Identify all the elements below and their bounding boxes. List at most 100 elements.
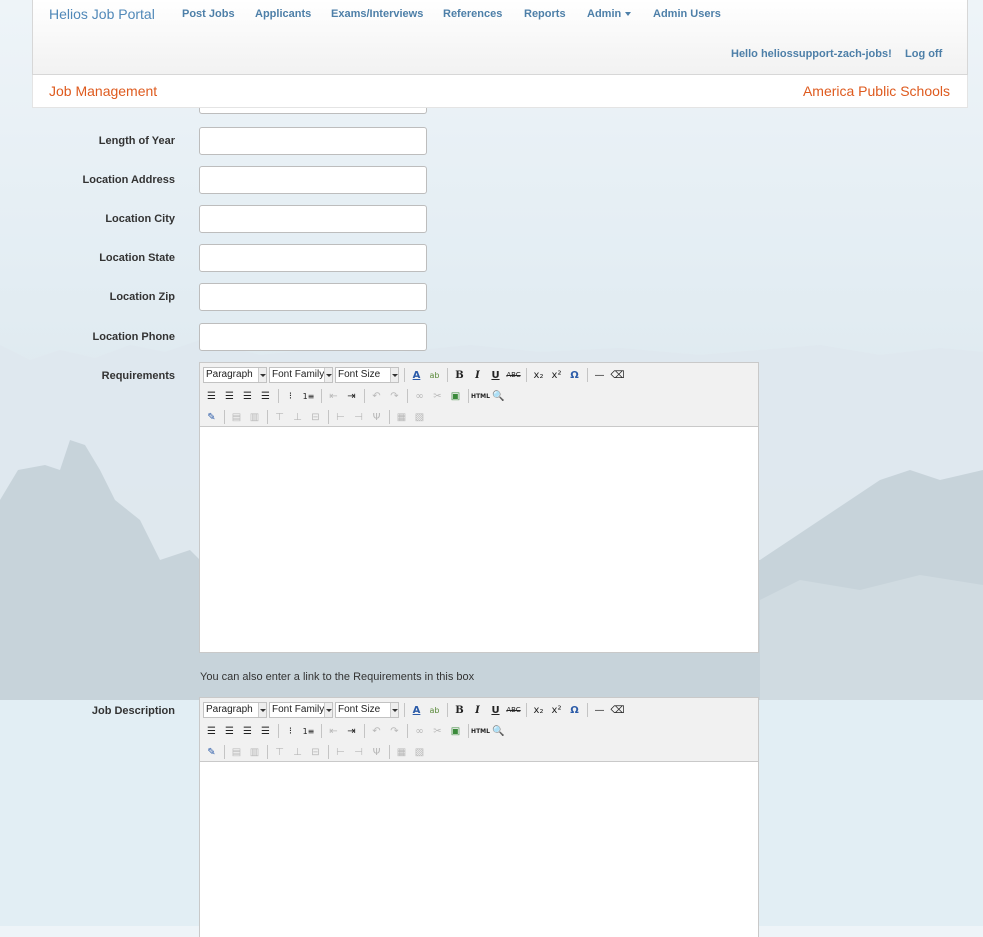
insert-row-after-icon[interactable]: ⊥	[289, 744, 306, 761]
delete-row-icon[interactable]: ⊟	[307, 744, 324, 761]
insert-row-before-icon[interactable]: ⊤	[271, 409, 288, 426]
horizontal-rule-icon[interactable]: —	[591, 367, 608, 384]
link-icon[interactable]: ∞	[411, 723, 428, 740]
location-zip-input[interactable]	[199, 283, 427, 311]
requirements-label: Requirements	[101, 370, 175, 382]
bold-icon[interactable]: B	[451, 702, 468, 719]
merge-cells-icon[interactable]: ▧	[411, 744, 428, 761]
nav-admin-dropdown[interactable]: Admin	[587, 8, 632, 20]
outdent-icon[interactable]: ⇤	[325, 388, 342, 405]
numbered-list-icon[interactable]: 1≡	[300, 388, 317, 405]
location-phone-input[interactable]	[199, 323, 427, 351]
link-icon[interactable]: ∞	[411, 388, 428, 405]
bullet-list-icon[interactable]: ⁝	[282, 723, 299, 740]
insert-row-after-icon[interactable]: ⊥	[289, 409, 306, 426]
strikethrough-icon[interactable]: ABC	[505, 367, 522, 384]
align-justify-icon[interactable]: ☰	[257, 388, 274, 405]
align-left-icon[interactable]: ☰	[203, 723, 220, 740]
undo-icon[interactable]: ↶	[368, 723, 385, 740]
nav-post-jobs[interactable]: Post Jobs	[182, 8, 235, 20]
eraser-icon[interactable]: ⌫	[609, 367, 626, 384]
numbered-list-icon[interactable]: 1≡	[300, 723, 317, 740]
insert-col-after-icon[interactable]: ⊣	[350, 409, 367, 426]
toolbar-separator	[526, 703, 527, 717]
horizontal-rule-icon[interactable]: —	[591, 702, 608, 719]
preview-icon[interactable]: 🔍	[490, 388, 507, 405]
underline-icon[interactable]: U	[487, 702, 504, 719]
table-icon[interactable]: ▤	[228, 409, 245, 426]
nav-exams-interviews[interactable]: Exams/Interviews	[331, 8, 423, 20]
eraser-icon[interactable]: ⌫	[609, 702, 626, 719]
unlink-icon[interactable]: ✂	[429, 723, 446, 740]
special-char-icon[interactable]: Ω	[566, 702, 583, 719]
insert-col-after-icon[interactable]: ⊣	[350, 744, 367, 761]
bold-icon[interactable]: B	[451, 367, 468, 384]
delete-col-icon[interactable]: Ψ	[368, 409, 385, 426]
subscript-icon[interactable]: x₂	[530, 367, 547, 384]
undo-icon[interactable]: ↶	[368, 388, 385, 405]
italic-icon[interactable]: I	[469, 367, 486, 384]
bullet-list-icon[interactable]: ⁝	[282, 388, 299, 405]
edit-icon[interactable]: ✎	[203, 409, 220, 426]
brand-link[interactable]: Helios Job Portal	[49, 6, 155, 22]
html-source-icon[interactable]: HTML	[471, 723, 490, 740]
job-description-edit-area[interactable]	[200, 762, 758, 937]
indent-icon[interactable]: ⇥	[343, 723, 360, 740]
insert-col-before-icon[interactable]: ⊢	[332, 744, 349, 761]
length-of-year-input[interactable]	[199, 127, 427, 155]
insert-row-before-icon[interactable]: ⊤	[271, 744, 288, 761]
font-size-select[interactable]: Font Size	[335, 367, 399, 383]
font-family-select[interactable]: Font Family	[269, 702, 333, 718]
nav-applicants[interactable]: Applicants	[255, 8, 311, 20]
font-size-select[interactable]: Font Size	[335, 702, 399, 718]
special-char-icon[interactable]: Ω	[566, 367, 583, 384]
image-icon[interactable]: ▣	[447, 723, 464, 740]
unlink-icon[interactable]: ✂	[429, 388, 446, 405]
merge-cells-icon[interactable]: ▧	[411, 409, 428, 426]
cell-props-icon[interactable]: ▥	[246, 744, 263, 761]
location-state-input[interactable]	[199, 244, 427, 272]
split-cells-icon[interactable]: ▦	[393, 409, 410, 426]
requirements-edit-area[interactable]	[200, 427, 758, 652]
location-city-input[interactable]	[199, 205, 427, 233]
superscript-icon[interactable]: x²	[548, 702, 565, 719]
image-icon[interactable]: ▣	[447, 388, 464, 405]
insert-col-before-icon[interactable]: ⊢	[332, 409, 349, 426]
align-justify-icon[interactable]: ☰	[257, 723, 274, 740]
indent-icon[interactable]: ⇥	[343, 388, 360, 405]
font-color-icon[interactable]: A	[408, 702, 425, 719]
strikethrough-icon[interactable]: ABC	[505, 702, 522, 719]
split-cells-icon[interactable]: ▦	[393, 744, 410, 761]
cell-props-icon[interactable]: ▥	[246, 409, 263, 426]
table-icon[interactable]: ▤	[228, 744, 245, 761]
underline-icon[interactable]: U	[487, 367, 504, 384]
align-right-icon[interactable]: ☰	[239, 388, 256, 405]
location-address-input[interactable]	[199, 166, 427, 194]
font-family-select[interactable]: Font Family	[269, 367, 333, 383]
preview-icon[interactable]: 🔍	[490, 723, 507, 740]
highlight-color-icon[interactable]: ab	[426, 702, 443, 719]
italic-icon[interactable]: I	[469, 702, 486, 719]
superscript-icon[interactable]: x²	[548, 367, 565, 384]
font-color-icon[interactable]: A	[408, 367, 425, 384]
format-select[interactable]: Paragraph	[203, 367, 267, 383]
edit-icon[interactable]: ✎	[203, 744, 220, 761]
align-center-icon[interactable]: ☰	[221, 388, 238, 405]
align-center-icon[interactable]: ☰	[221, 723, 238, 740]
logoff-link[interactable]: Log off	[905, 48, 942, 60]
nav-admin-users[interactable]: Admin Users	[653, 8, 721, 20]
redo-icon[interactable]: ↷	[386, 723, 403, 740]
align-left-icon[interactable]: ☰	[203, 388, 220, 405]
delete-row-icon[interactable]: ⊟	[307, 409, 324, 426]
format-select[interactable]: Paragraph	[203, 702, 267, 718]
highlight-color-icon[interactable]: ab	[426, 367, 443, 384]
redo-icon[interactable]: ↷	[386, 388, 403, 405]
delete-col-icon[interactable]: Ψ	[368, 744, 385, 761]
user-greeting-link[interactable]: Hello heliossupport-zach-jobs!	[731, 48, 892, 60]
html-source-icon[interactable]: HTML	[471, 388, 490, 405]
align-right-icon[interactable]: ☰	[239, 723, 256, 740]
outdent-icon[interactable]: ⇤	[325, 723, 342, 740]
subscript-icon[interactable]: x₂	[530, 702, 547, 719]
nav-reports[interactable]: Reports	[524, 8, 566, 20]
nav-references[interactable]: References	[443, 8, 502, 20]
